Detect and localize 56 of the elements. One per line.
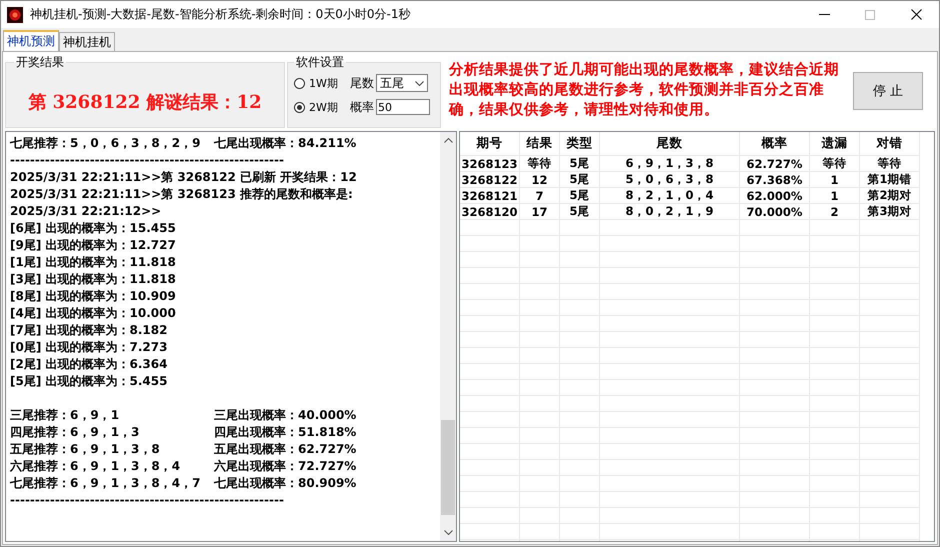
table-cell: 5尾 bbox=[560, 204, 600, 220]
table-cell: 17 bbox=[520, 204, 560, 220]
scroll-up-icon bbox=[444, 138, 452, 143]
log-line: 四尾推荐：6，9，1，3 bbox=[10, 424, 140, 441]
field-label: 概率 bbox=[350, 98, 374, 116]
close-icon bbox=[910, 9, 922, 20]
maximize-icon bbox=[865, 10, 875, 20]
log-line: [8尾] 出现的概率为：10.909 bbox=[10, 288, 177, 305]
app-icon bbox=[7, 6, 23, 22]
log-line: 2025/3/31 22:21:11>>第 3268122 已刷新 开奖结果：12 bbox=[10, 169, 358, 186]
window-title: 神机挂机-预测-大数据-尾数-智能分析系统-剩余时间：0天0小时0分-1秒 bbox=[30, 6, 412, 23]
minimize-icon bbox=[818, 14, 830, 15]
table-cell: 2 bbox=[810, 204, 860, 220]
probability-field[interactable]: 50 bbox=[376, 99, 430, 115]
log-line: [7尾] 出现的概率为：8.182 bbox=[10, 322, 168, 339]
log-line: 七尾推荐：6，9，1，3，8，4，7 bbox=[10, 475, 202, 492]
log-line: [6尾] 出现的概率为：15.455 bbox=[10, 220, 177, 237]
log-line: 七尾推荐：5，0，6，3，8，2，9 bbox=[10, 135, 202, 152]
chevron-icon bbox=[415, 80, 424, 86]
log-line: 七尾出现概率：80.909% bbox=[214, 475, 356, 492]
log-line: ------------------------------------------------------- bbox=[10, 152, 285, 169]
field-label: 尾数 bbox=[350, 74, 374, 92]
log-line: [9尾] 出现的概率为：12.727 bbox=[10, 237, 177, 254]
log-line: [2尾] 出现的概率为：6.364 bbox=[10, 356, 168, 373]
log-line: [0尾] 出现的概率为：7.273 bbox=[10, 339, 168, 356]
log-line: ------------------------------------------------------- bbox=[10, 492, 285, 509]
radio-option[interactable]: 1W期 bbox=[294, 73, 350, 93]
tab[interactable]: 神机预测 bbox=[3, 30, 59, 51]
table-cell: 第3期对 bbox=[860, 204, 920, 220]
log-line: [3尾] 出现的概率为：11.818 bbox=[10, 271, 177, 288]
scroll-thumb[interactable] bbox=[441, 420, 455, 515]
scroll-down-icon bbox=[444, 530, 452, 535]
log-line: 六尾推荐：6，9，1，3，8，4 bbox=[10, 458, 182, 475]
result-text: 第 3268122 解谜结果：12 bbox=[28, 91, 262, 114]
log-line: 七尾出现概率：84.211% bbox=[214, 135, 356, 152]
table-cell: 3268120 bbox=[460, 204, 520, 220]
log-line: [4尾] 出现的概率为：10.000 bbox=[10, 305, 177, 322]
scrollbar[interactable] bbox=[440, 132, 456, 541]
log-line: 四尾出现概率：51.818% bbox=[214, 424, 356, 441]
tail-dropdown[interactable]: 五尾 bbox=[376, 74, 428, 92]
group-title: 软件设置 bbox=[295, 54, 345, 71]
log-line: 2025/3/31 22:21:11>>第 3268123 推荐的尾数和概率是: bbox=[10, 186, 354, 203]
radio-option[interactable]: 2W期 bbox=[294, 97, 350, 117]
log-line: 五尾出现概率：62.727% bbox=[214, 441, 356, 458]
log-line: [1尾] 出现的概率为：11.818 bbox=[10, 254, 177, 271]
table-cell: 8，0，2，1，9 bbox=[600, 204, 740, 220]
log-line: 2025/3/31 22:21:12>> bbox=[10, 203, 162, 220]
group-title: 开奖结果 bbox=[15, 54, 65, 71]
log-line: 六尾出现概率：72.727% bbox=[214, 458, 356, 475]
log-line: 三尾推荐：6，9，1 bbox=[10, 407, 120, 424]
log-line: [5尾] 出现的概率为：5.455 bbox=[10, 373, 168, 390]
log-line: 五尾推荐：6，9，1，3，8 bbox=[10, 441, 161, 458]
log-line: 三尾出现概率：40.000% bbox=[214, 407, 356, 424]
tab[interactable]: 神机挂机 bbox=[59, 32, 115, 51]
table-cell: 70.000% bbox=[740, 204, 810, 220]
stop-button[interactable]: 停 止 bbox=[853, 72, 923, 110]
